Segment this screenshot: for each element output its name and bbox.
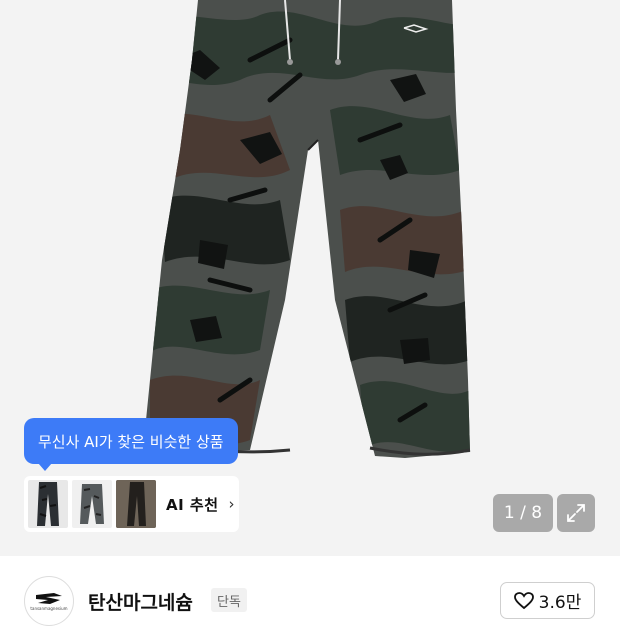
ai-recommend-button[interactable]: AI 추천 › [24, 476, 239, 532]
like-count: 3.6만 [538, 593, 582, 613]
brand-name[interactable]: 탄산마그네슘 [88, 588, 193, 615]
brand-logo-text: tansanmagnesium [30, 606, 68, 611]
recommend-thumbnail-1[interactable] [28, 480, 68, 528]
image-page-counter: 1 / 8 [493, 494, 553, 532]
like-button[interactable]: 3.6만 [500, 582, 595, 619]
ai-recommend-tooltip: 무신사 AI가 찾은 비슷한 상품 [24, 418, 238, 471]
expand-icon [567, 504, 585, 522]
chevron-right-icon: › [228, 495, 235, 513]
brand-logo[interactable]: tansanmagnesium [24, 576, 74, 626]
recommend-thumbnail-3[interactable] [116, 480, 156, 528]
ai-recommend-label: AI 추천 [166, 495, 219, 514]
brand-logo-icon [36, 593, 62, 604]
exclusive-badge: 단독 [211, 588, 247, 612]
brand-row: tansanmagnesium 탄산마그네슘 단독 3.6만 [0, 556, 620, 626]
product-image-area[interactable]: 무신사 AI가 찾은 비슷한 상품 AI 추천 › 1 / 8 [0, 0, 620, 556]
expand-button[interactable] [557, 494, 595, 532]
heart-icon [513, 591, 534, 609]
product-image[interactable] [0, 0, 620, 556]
recommend-thumbnail-2[interactable] [72, 480, 112, 528]
